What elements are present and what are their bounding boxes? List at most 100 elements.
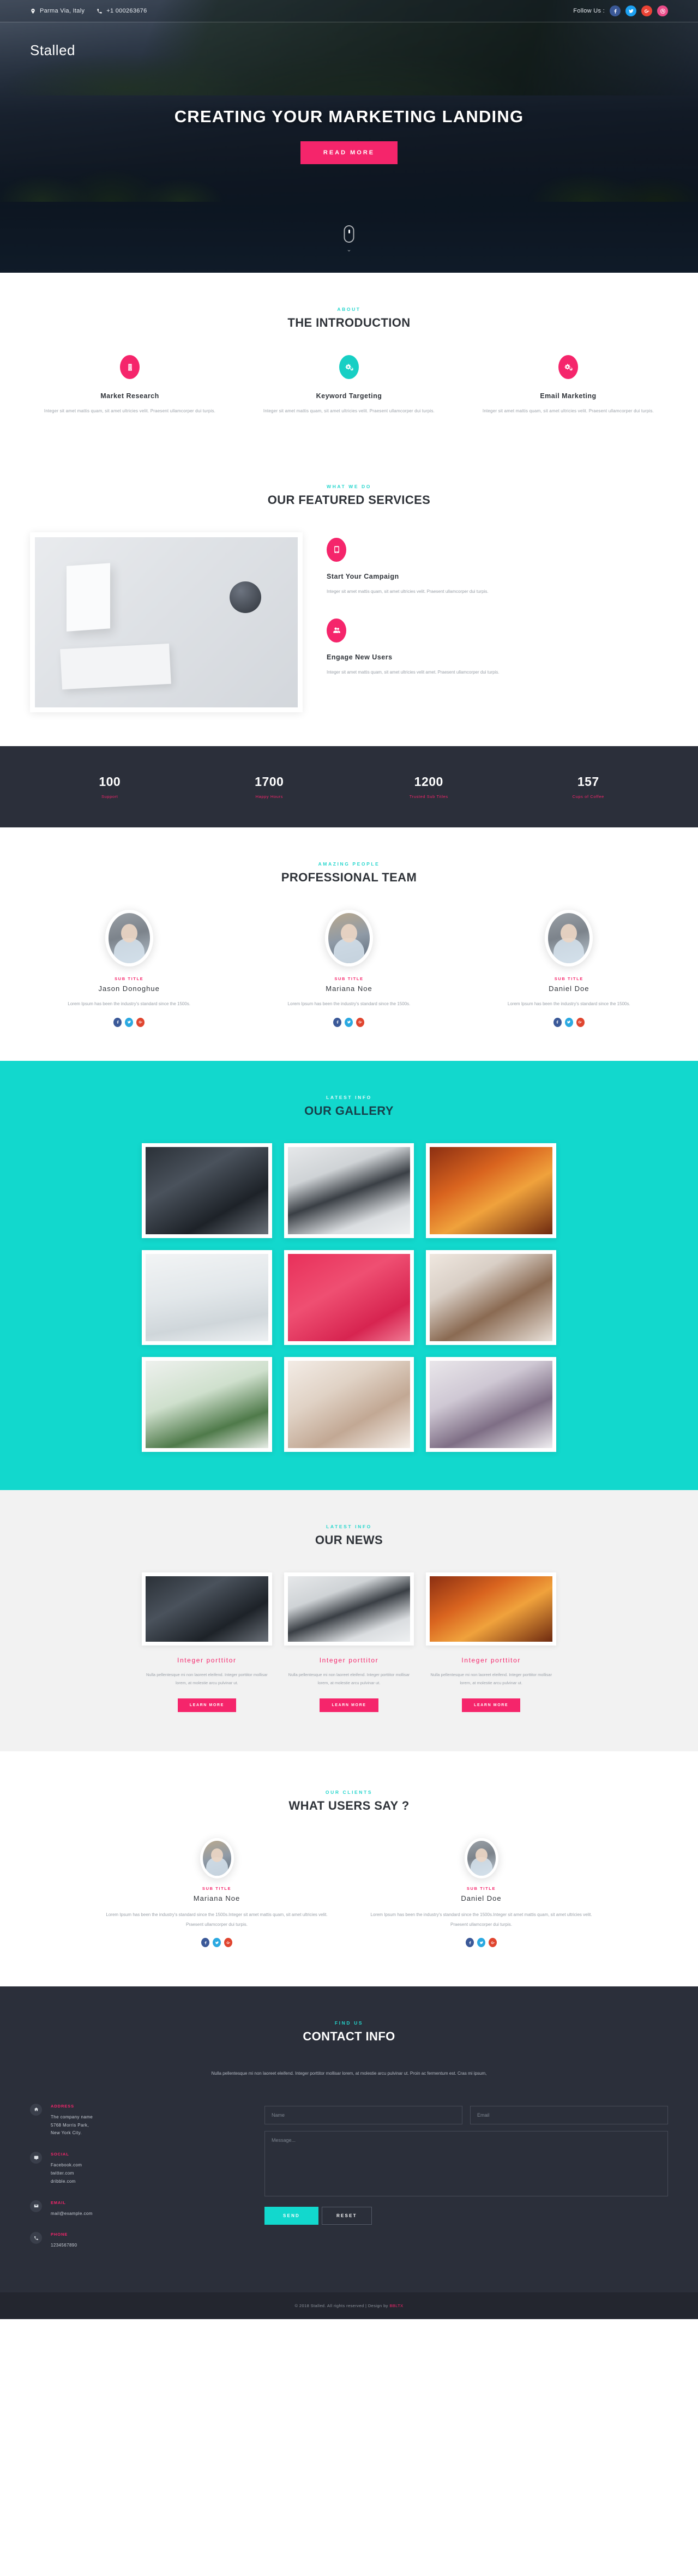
news-thumbnail[interactable] bbox=[142, 1572, 272, 1646]
hero-section: Parma Via, Italy +1 000263676 Follow Us … bbox=[0, 0, 698, 273]
news-section: LATEST INFO OUR NEWS Integer porttitor N… bbox=[0, 1490, 698, 1752]
intro-card: Keyword Targeting Integer sit amet matti… bbox=[249, 355, 449, 416]
twitter-icon[interactable] bbox=[125, 1017, 134, 1027]
gallery-item[interactable] bbox=[284, 1250, 414, 1345]
twitter-icon[interactable] bbox=[625, 5, 636, 16]
gallery-item[interactable] bbox=[142, 1356, 272, 1452]
contact-info-value: The company name 5768 Morris Park, New Y… bbox=[51, 2114, 93, 2136]
team-social-links bbox=[250, 1017, 448, 1027]
twitter-icon[interactable] bbox=[345, 1017, 353, 1027]
google-plus-icon[interactable] bbox=[136, 1017, 145, 1027]
site-brand[interactable]: Stalled bbox=[0, 22, 698, 59]
facebook-icon[interactable] bbox=[333, 1017, 342, 1027]
google-plus-icon[interactable] bbox=[489, 1938, 497, 1948]
facebook-icon[interactable] bbox=[553, 1017, 562, 1027]
news-learn-more-button[interactable]: LEARN MORE bbox=[177, 1698, 236, 1713]
facebook-icon[interactable] bbox=[466, 1938, 474, 1948]
testimonials-kicker: OUR CLIENTS bbox=[325, 1790, 373, 1796]
counter-number: 100 bbox=[99, 774, 121, 789]
team-member-text: Lorem Ipsum has been the industry's stan… bbox=[507, 1001, 630, 1006]
cogs-icon bbox=[558, 355, 578, 379]
counter-item: 1700 Happy Hours bbox=[190, 774, 350, 799]
footer-text: © 2018 Stalled. All rights reserved | De… bbox=[294, 2303, 390, 2309]
service-text: Integer sit amet mattis quam, sit amet u… bbox=[327, 669, 500, 675]
news-learn-more-button[interactable]: LEARN MORE bbox=[462, 1698, 521, 1713]
gallery-item[interactable] bbox=[426, 1143, 556, 1238]
service-title: Engage New Users bbox=[327, 653, 393, 661]
news-card-text: Nulla pellentesque mi non laoreet eleife… bbox=[430, 1672, 552, 1686]
contact-info-value[interactable]: Facebook.com twitter.com dribble.com bbox=[51, 2161, 237, 2185]
gallery-item[interactable] bbox=[426, 1250, 556, 1345]
testimonial-text: Lorem Ipsum has been the industry's stan… bbox=[106, 1912, 328, 1927]
counter-number: 1200 bbox=[414, 774, 443, 789]
facebook-icon[interactable] bbox=[201, 1938, 209, 1948]
team-member-card: SUB TITLE Jason Donoghue Lorem Ipsum has… bbox=[30, 909, 228, 1027]
reset-button[interactable]: RESET bbox=[322, 2206, 372, 2225]
twitter-icon[interactable] bbox=[213, 1938, 221, 1948]
gallery-kicker: LATEST INFO bbox=[326, 1094, 372, 1100]
news-card-text: Nulla pellentesque mi non laoreet eleife… bbox=[288, 1672, 410, 1686]
google-plus-icon[interactable] bbox=[224, 1938, 232, 1948]
intro-card-text: Integer sit amet mattis quam, sit amet u… bbox=[263, 409, 435, 413]
message-textarea[interactable] bbox=[264, 2130, 668, 2196]
testimonials-title: WHAT USERS SAY ? bbox=[288, 1799, 410, 1813]
team-kicker: AMAZING PEOPLE bbox=[318, 861, 380, 867]
send-button[interactable]: SEND bbox=[264, 2206, 319, 2225]
counters-section: 100 Support 1700 Happy Hours 1200 Truste… bbox=[0, 746, 698, 827]
facebook-icon[interactable] bbox=[610, 5, 621, 16]
news-card-title: Integer porttitor bbox=[461, 1656, 521, 1664]
team-member-card: SUB TITLE Mariana Noe Lorem Ipsum has be… bbox=[250, 909, 448, 1027]
email-input[interactable] bbox=[470, 2105, 668, 2124]
google-plus-icon[interactable] bbox=[576, 1017, 585, 1027]
news-title: OUR NEWS bbox=[315, 1533, 383, 1547]
counter-number: 157 bbox=[577, 774, 599, 789]
phone-icon bbox=[97, 8, 102, 14]
service-item: Start Your Campaign Integer sit amet mat… bbox=[327, 537, 668, 597]
gallery-item[interactable] bbox=[142, 1143, 272, 1238]
avatar bbox=[464, 1838, 498, 1879]
contact-info-value[interactable]: mail@example.com bbox=[51, 2210, 237, 2218]
intro-card-text: Integer sit amet mattis quam, sit amet u… bbox=[482, 409, 654, 413]
hero-read-more-button[interactable]: READ MORE bbox=[300, 141, 398, 164]
news-thumbnail[interactable] bbox=[284, 1572, 414, 1646]
avatar bbox=[324, 909, 373, 966]
gallery-heading: LATEST INFO OUR GALLERY bbox=[30, 1095, 668, 1118]
contact-info-item: ADDRESS The company name 5768 Morris Par… bbox=[30, 2103, 237, 2137]
twitter-icon[interactable] bbox=[564, 1017, 573, 1027]
twitter-icon[interactable] bbox=[477, 1938, 485, 1948]
counter-label: Happy Hours bbox=[255, 794, 283, 799]
services-list: Start Your Campaign Integer sit amet mat… bbox=[327, 532, 668, 699]
testimonial-name: Daniel Doe bbox=[461, 1894, 502, 1903]
facebook-icon[interactable] bbox=[113, 1017, 122, 1027]
contact-info-label: PHONE bbox=[51, 2232, 68, 2237]
gallery-item[interactable] bbox=[284, 1356, 414, 1452]
news-learn-more-button[interactable]: LEARN MORE bbox=[320, 1698, 378, 1713]
gallery-item[interactable] bbox=[426, 1356, 556, 1452]
topbar-contact-group: Parma Via, Italy +1 000263676 bbox=[30, 8, 147, 14]
scroll-indicator[interactable] bbox=[344, 225, 354, 243]
gallery-item[interactable] bbox=[284, 1143, 414, 1238]
google-plus-icon[interactable] bbox=[356, 1017, 365, 1027]
footer-designer-link[interactable]: BBLTX bbox=[389, 2303, 403, 2308]
testimonial-text: Lorem Ipsum has been the industry's stan… bbox=[370, 1912, 592, 1927]
news-card-title: Integer porttitor bbox=[319, 1656, 379, 1664]
contact-title: CONTACT INFO bbox=[303, 2029, 395, 2044]
cogs-icon bbox=[339, 355, 359, 379]
hero-title: CREATING YOUR MARKETING LANDING bbox=[174, 107, 524, 126]
services-heading: WHAT WE DO OUR FEATURED SERVICES bbox=[30, 484, 668, 507]
contact-info-list: ADDRESS The company name 5768 Morris Par… bbox=[30, 2103, 237, 2264]
dribbble-icon[interactable] bbox=[657, 5, 668, 16]
google-plus-icon[interactable] bbox=[641, 5, 652, 16]
users-icon bbox=[327, 618, 346, 643]
name-input[interactable] bbox=[264, 2105, 462, 2124]
home-icon bbox=[30, 2103, 42, 2116]
team-member-subtitle: SUB TITLE bbox=[334, 976, 364, 981]
team-member-name: Mariana Noe bbox=[326, 984, 372, 993]
map-marker-icon bbox=[31, 8, 35, 14]
news-thumbnail[interactable] bbox=[426, 1572, 556, 1646]
gallery-item[interactable] bbox=[142, 1250, 272, 1345]
mobile-icon bbox=[327, 537, 346, 562]
contact-info-item: PHONE 1234567890 bbox=[30, 2232, 237, 2250]
topbar-phone: +1 000263676 bbox=[97, 8, 147, 14]
counter-item: 157 Cups of Coffee bbox=[509, 774, 669, 799]
